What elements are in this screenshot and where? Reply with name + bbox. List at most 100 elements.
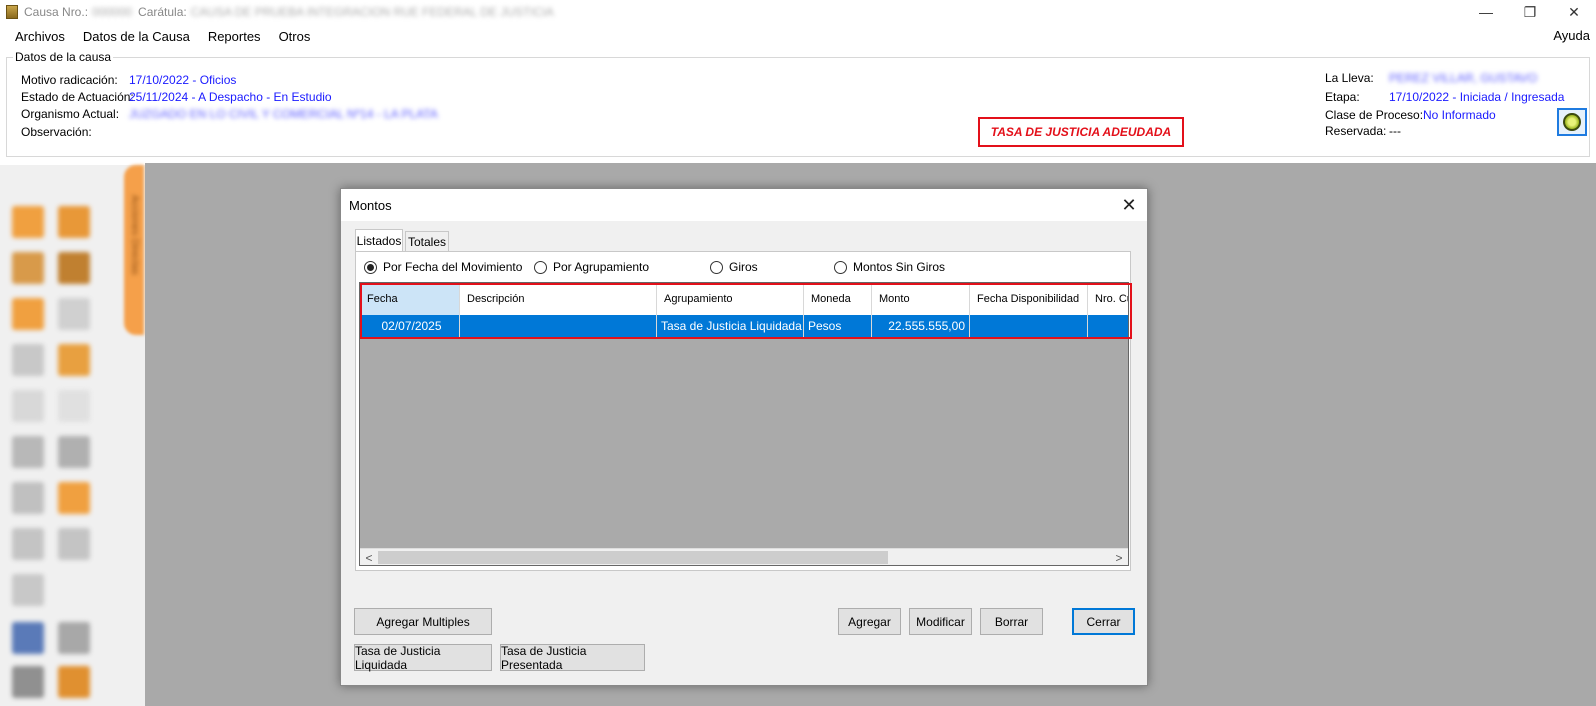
action-icon-3[interactable] (12, 252, 44, 284)
dialog-title: Montos (349, 197, 392, 213)
action-icon-14[interactable] (58, 482, 90, 514)
menu-datos-causa[interactable]: Datos de la Causa (74, 29, 199, 44)
radio-por-agrupamiento[interactable]: Por Agrupamiento (534, 260, 649, 274)
col-nro-cuenta[interactable]: Nro. Cu (1088, 283, 1128, 315)
app-icon (6, 5, 18, 19)
action-icon-8[interactable] (58, 344, 90, 376)
modificar-button[interactable]: Modificar (909, 608, 972, 635)
refresh-icon (1563, 113, 1581, 131)
scroll-left-icon[interactable]: < (362, 549, 376, 566)
radio-label: Por Fecha del Movimiento (383, 260, 523, 274)
cerrar-button[interactable]: Cerrar (1072, 608, 1135, 635)
menu-reportes[interactable]: Reportes (199, 29, 270, 44)
action-icon-7[interactable] (12, 344, 44, 376)
datos-legend: Datos de la causa (13, 50, 114, 64)
reservada-value: --- (1389, 124, 1401, 138)
col-agrupamiento[interactable]: Agrupamiento (657, 283, 804, 315)
col-fecha[interactable]: Fecha (360, 283, 460, 315)
action-icon-4[interactable] (58, 252, 90, 284)
action-icon-11[interactable] (12, 436, 44, 468)
action-icon-1[interactable] (12, 206, 44, 238)
menu-otros[interactable]: Otros (270, 29, 320, 44)
refresh-button[interactable] (1557, 108, 1587, 136)
cell-fecha: 02/07/2025 (360, 315, 460, 337)
acciones-tab-label: Acciones Directas (129, 195, 140, 276)
caratula-label: Carátula: (138, 5, 187, 19)
tasa-presentada-button[interactable]: Tasa de Justicia Presentada (500, 644, 645, 672)
agregar-multiples-button[interactable]: Agregar Multiples (354, 608, 492, 635)
close-window-button[interactable]: ✕ (1554, 0, 1594, 24)
radio-button-selected[interactable] (364, 260, 377, 274)
clase-value: No Informado (1423, 108, 1496, 122)
action-icon-5[interactable] (12, 298, 44, 330)
action-icon-9[interactable] (12, 390, 44, 422)
tab-totales[interactable]: Totales (405, 231, 449, 251)
table-row[interactable]: 02/07/2025 Tasa de Justicia Liquidada Pe… (360, 315, 1128, 337)
cell-agrupamiento: Tasa de Justicia Liquidada (657, 315, 804, 337)
motivo-label: Motivo radicación: (21, 73, 118, 87)
tab-listados[interactable]: Listados (355, 229, 403, 252)
action-icon-10[interactable] (58, 390, 90, 422)
action-icon-15[interactable] (12, 528, 44, 560)
organismo-label: Organismo Actual: (21, 107, 120, 121)
observacion-label: Observación: (21, 125, 92, 139)
agregar-button[interactable]: Agregar (838, 608, 901, 635)
cell-monto: 22.555.555,00 (872, 315, 970, 337)
radio-button[interactable] (534, 260, 547, 274)
causa-number: 000000 (92, 5, 133, 19)
lleva-value: PEREZ VILLAR, GUSTAVO (1389, 71, 1538, 85)
datos-causa-panel: Datos de la causa Motivo radicación: 17/… (6, 50, 1590, 157)
cell-descripcion (460, 315, 657, 337)
menu-ayuda[interactable]: Ayuda (1553, 28, 1590, 43)
minimize-button[interactable]: — (1466, 0, 1506, 24)
action-icon-20[interactable] (12, 666, 44, 698)
lleva-label: La Lleva: (1325, 71, 1374, 85)
cell-nro-cuenta (1088, 315, 1128, 337)
restore-button[interactable]: ❐ (1510, 0, 1550, 24)
dialog-title-bar: Montos ✕ (341, 189, 1147, 221)
radio-button[interactable] (834, 260, 847, 274)
radio-label: Montos Sin Giros (853, 260, 946, 274)
radio-por-fecha[interactable]: Por Fecha del Movimiento (364, 260, 522, 274)
tasa-warning: TASA DE JUSTICIA ADEUDADA (978, 117, 1184, 147)
radio-giros[interactable]: Giros (710, 260, 758, 274)
radio-label: Por Agrupamiento (553, 260, 650, 274)
action-icon-2[interactable] (58, 206, 90, 238)
radio-montos-sin-giros[interactable]: Montos Sin Giros (834, 260, 945, 274)
action-icon-12[interactable] (58, 436, 90, 468)
etapa-value: 17/10/2022 - Iniciada / Ingresada (1389, 90, 1565, 104)
grid-header: Fecha Descripción Agrupamiento Moneda Mo… (360, 283, 1128, 315)
action-icon-21[interactable] (58, 666, 90, 698)
scroll-right-icon[interactable]: > (1112, 549, 1126, 566)
action-icon-16[interactable] (58, 528, 90, 560)
action-icon-17[interactable] (12, 574, 44, 606)
menu-bar: Archivos Datos de la Causa Reportes Otro… (0, 24, 1596, 48)
motivo-value: 17/10/2022 - Oficios (129, 73, 237, 87)
col-fecha-disponibilidad[interactable]: Fecha Disponibilidad (970, 283, 1088, 315)
horizontal-scrollbar[interactable]: < > (360, 548, 1128, 565)
radio-button[interactable] (710, 260, 723, 274)
montos-grid[interactable]: Fecha Descripción Agrupamiento Moneda Mo… (359, 282, 1132, 566)
col-monto[interactable]: Monto (872, 283, 970, 315)
action-icon-18[interactable] (12, 622, 44, 654)
col-moneda[interactable]: Moneda (804, 283, 872, 315)
col-descripcion[interactable]: Descripción (460, 283, 657, 315)
listados-panel: Por Fecha del Movimiento Por Agrupamient… (355, 251, 1132, 571)
action-icon-19[interactable] (58, 622, 90, 654)
action-icon-6[interactable] (58, 298, 90, 330)
radio-label: Giros (729, 260, 758, 274)
causa-label: Causa Nro.: (24, 5, 89, 19)
montos-dialog: Montos ✕ Listados Totales Por Fecha del … (340, 188, 1148, 686)
dialog-close-icon[interactable]: ✕ (1117, 193, 1141, 217)
estado-value: 25/11/2024 - A Despacho - En Estudio (129, 90, 332, 104)
borrar-button[interactable]: Borrar (980, 608, 1043, 635)
tasa-liquidada-button[interactable]: Tasa de Justicia Liquidada (354, 644, 492, 672)
clase-label: Clase de Proceso: (1325, 108, 1424, 122)
caratula-value: CAUSA DE PRUEBA INTEGRACION RUE FEDERAL … (190, 5, 554, 19)
etapa-label: Etapa: (1325, 90, 1360, 104)
scroll-thumb[interactable] (378, 551, 888, 564)
menu-archivos[interactable]: Archivos (6, 29, 74, 44)
cell-moneda: Pesos (804, 315, 872, 337)
title-bar: Causa Nro.: 000000 Carátula: CAUSA DE PR… (0, 0, 1596, 24)
action-icon-13[interactable] (12, 482, 44, 514)
